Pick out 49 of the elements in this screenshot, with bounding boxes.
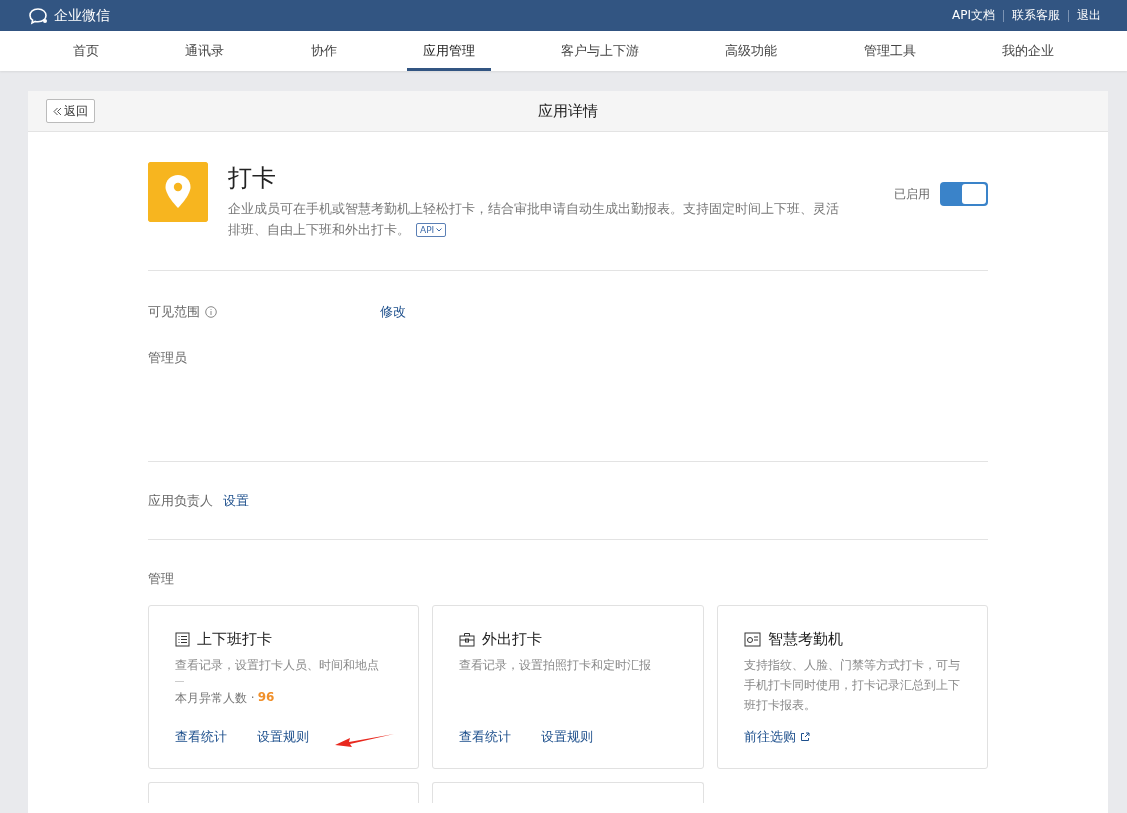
nav-tab[interactable]: 通讯录 — [169, 31, 241, 71]
admin-label: 管理员 — [148, 350, 187, 365]
card-link[interactable]: 设置规则 — [541, 728, 594, 746]
nav-tab[interactable]: 应用管理 — [406, 31, 491, 71]
briefcase-icon — [459, 632, 476, 647]
app-description: 企业成员可在手机或智慧考勤机上轻松打卡，结合审批申请自动生成出勤报表。支持固定时间上下班、灵活 — [228, 200, 839, 218]
external-link-icon — [799, 732, 810, 742]
logo-text: 企业微信 — [54, 6, 110, 25]
nav-tab[interactable]: 协作 — [294, 31, 353, 71]
card-link[interactable]: 设置规则 — [257, 728, 309, 746]
section-title: 管理 — [148, 570, 175, 588]
nav-tab[interactable]: 首页 — [57, 31, 116, 71]
nav-tab[interactable]: 高级功能 — [709, 31, 794, 71]
nav-tab[interactable]: 我的企业 — [985, 31, 1070, 71]
annotation-arrow — [335, 732, 395, 748]
card-title: 上下班打卡 — [197, 630, 272, 649]
owner-label: 应用负责人 — [148, 491, 213, 510]
header-link[interactable]: API文档 — [944, 7, 1003, 24]
app-description: 排班、自由上下班和外出打卡。 — [228, 221, 410, 239]
location-pin-icon — [148, 162, 208, 222]
card-description: 支持指纹、人脸、门禁等方式打卡，可与手机打卡同时使用，打卡记录汇总到上下班打卡报表。 — [743, 657, 961, 714]
card-title: 智慧考勤机 — [767, 630, 843, 649]
set-link[interactable]: 设置 — [223, 491, 249, 510]
card-title: 外出打卡 — [482, 630, 543, 649]
chevron-down-icon — [436, 227, 443, 232]
api-dropdown[interactable]: API — [416, 222, 447, 237]
card-description: 查看记录，设置拍照打卡和定时汇报 — [459, 657, 653, 674]
list-icon — [175, 632, 190, 647]
info-icon — [205, 306, 217, 318]
edit-link[interactable]: 修改 — [380, 303, 406, 321]
stat-label: 本月异常人数 · — [175, 690, 255, 707]
card-link[interactable]: 查看统计 — [459, 728, 512, 746]
device-icon — [743, 632, 761, 647]
app-name: 打卡 — [228, 163, 277, 194]
nav-tab[interactable]: 客户与上下游 — [545, 31, 656, 71]
card-description: 查看记录，设置打卡人员、时间和地点 — [175, 657, 380, 674]
header-link[interactable]: 退出 — [1069, 7, 1109, 24]
enable-toggle[interactable] — [940, 182, 988, 206]
back-button[interactable]: 返回 — [46, 99, 95, 123]
card-link[interactable]: 前往选购 — [743, 728, 810, 746]
card-link[interactable]: 查看统计 — [175, 728, 227, 746]
panel-title: 应用详情 — [538, 101, 598, 121]
visibility-label: 可见范围 — [148, 303, 200, 321]
header-link[interactable]: 联系客服 — [1004, 7, 1068, 24]
stat-value: 96 — [257, 690, 275, 706]
double-chevron-left-icon — [53, 106, 62, 116]
status-label: 已启用 — [894, 185, 930, 203]
chat-bubble-icon — [28, 6, 50, 25]
nav-tab[interactable]: 管理工具 — [847, 31, 932, 71]
